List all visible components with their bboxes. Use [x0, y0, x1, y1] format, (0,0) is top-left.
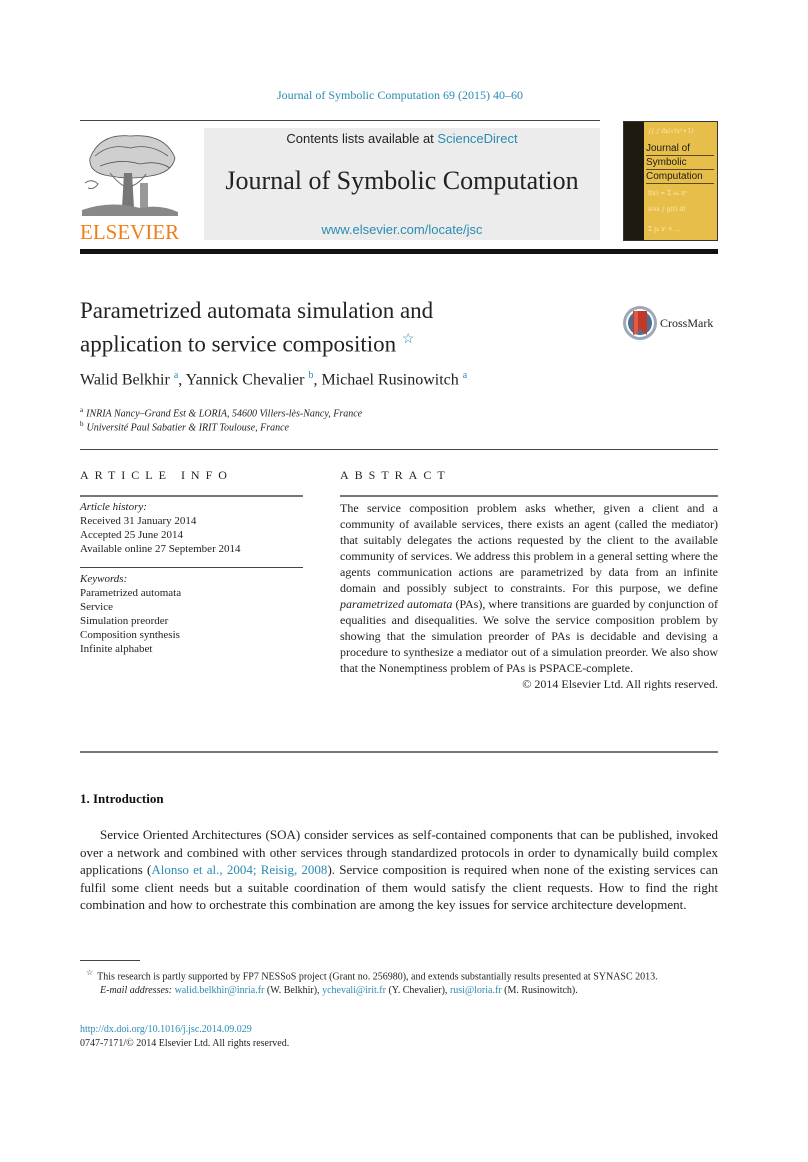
- author-name: Walid Belkhir: [80, 371, 170, 389]
- history-label: Article history:: [80, 501, 147, 513]
- title-line-text: application to service composition: [80, 331, 397, 357]
- citation-link[interactable]: Alonso et al., 2004: [151, 862, 253, 877]
- abstract-italic-term: parametrized automata: [340, 597, 453, 611]
- introduction-paragraph: Service Oriented Architectures (SOA) con…: [80, 826, 718, 914]
- issn-copyright: 0747-7171/© 2014 Elsevier Ltd. All right…: [80, 1038, 290, 1049]
- keywords-label: Keywords:: [80, 573, 128, 585]
- keywords: Keywords: Parametrized automata Service …: [80, 572, 181, 656]
- author-list: Walid Belkhir a, Yannick Chevalier b, Mi…: [80, 370, 467, 389]
- history-item: Available online 27 September 2014: [80, 543, 241, 555]
- email-owner: (M. Rusinowitch).: [501, 985, 578, 997]
- crossmark-icon: [623, 306, 657, 340]
- keyword: Parametrized automata: [80, 587, 182, 599]
- affiliation: a INRIA Nancy–Grand Est & LORIA, 54600 Vi…: [80, 406, 362, 419]
- email-owner: (W. Belkhir),: [264, 985, 323, 997]
- section-rule: [80, 449, 718, 450]
- cover-title-line: Symbolic: [646, 156, 714, 170]
- article-history: Article history: Received 31 January 201…: [80, 500, 240, 556]
- abstract-paragraph: The service composition problem asks whe…: [340, 500, 718, 676]
- affiliation-tag: b: [80, 420, 84, 428]
- cover-title-line: Journal of: [646, 142, 714, 156]
- email-label: E-mail addresses:: [100, 985, 173, 997]
- email-link[interactable]: walid.belkhir@inria.fr: [175, 985, 265, 996]
- affiliation-tag: a: [80, 406, 84, 414]
- title-line: Parametrized automata simulation and: [80, 298, 434, 323]
- history-item: Received 31 January 2014: [80, 515, 197, 527]
- history-item: Accepted 25 June 2014: [80, 529, 183, 541]
- sciencedirect-link[interactable]: ScienceDirect: [437, 131, 517, 146]
- journal-cover-image[interactable]: ∫∫ ∫ dx/√(x²+1) Journal of Symbolic Comp…: [623, 121, 718, 241]
- affiliation: b Université Paul Sabatier & IRIT Toulous…: [80, 420, 289, 433]
- author-name: Michael Rusinowitch: [321, 371, 459, 389]
- cover-math-decoration: ∂/∂x ∫ g(t) dt: [648, 206, 686, 213]
- affiliation-link[interactable]: a: [463, 370, 467, 381]
- abstract-end-rule: [80, 751, 718, 753]
- title-footnote-star-link[interactable]: ☆: [402, 332, 415, 347]
- tree-icon: [80, 128, 180, 218]
- email-link[interactable]: rusi@loria.fr: [450, 985, 502, 996]
- article-info-heading: ARTICLE INFO: [80, 468, 233, 482]
- title-line: application to service composition ☆: [80, 325, 600, 359]
- journal-title: Journal of Symbolic Computation: [225, 166, 579, 195]
- funding-text: This research is partly supported by FP7…: [97, 971, 658, 983]
- author-name: Yannick Chevalier: [185, 371, 305, 389]
- cover-math-decoration: ∫∫ ∫ dx/√(x²+1): [648, 128, 694, 135]
- journal-banner: Contents lists available at ScienceDirec…: [204, 128, 600, 240]
- header-thick-rule: [80, 249, 718, 254]
- journal-url-link[interactable]: www.elsevier.com/locate/jsc: [204, 222, 600, 237]
- cover-title: Journal of Symbolic Computation: [646, 142, 714, 184]
- email-footnote: E-mail addresses: walid.belkhir@inria.fr…: [80, 984, 718, 998]
- contents-line: Contents lists available at ScienceDirec…: [204, 131, 600, 146]
- citation-link[interactable]: Reisig, 2008: [261, 862, 328, 877]
- article-title: Parametrized automata simulation and app…: [80, 296, 600, 359]
- footnotes: ☆ This research is partly supported by FP…: [80, 966, 718, 998]
- cover-math-decoration: Σ pᵢ xⁱ + ...: [648, 226, 681, 233]
- funding-footnote: ☆ This research is partly supported by FP…: [80, 966, 718, 984]
- affiliation-text: Université Paul Sabatier & IRIT Toulouse…: [86, 422, 290, 434]
- footnote-rule: [80, 960, 140, 961]
- email-link[interactable]: ychevali@irit.fr: [322, 985, 386, 996]
- cover-dark-strip: [624, 122, 644, 240]
- section-heading-introduction: 1. Introduction: [80, 791, 164, 806]
- elsevier-wordmark: ELSEVIER: [80, 220, 180, 244]
- keyword: Infinite alphabet: [80, 643, 153, 655]
- author-separator: ,: [178, 371, 186, 389]
- cover-title-line: Computation: [646, 170, 714, 184]
- abstract-text-part: The service composition problem asks whe…: [340, 501, 718, 595]
- footnote-star-icon: ☆: [86, 968, 94, 977]
- affiliation-text: INRIA Nancy–Grand Est & LORIA, 54600 Vil…: [86, 408, 363, 420]
- doi-link[interactable]: http://dx.doi.org/10.1016/j.jsc.2014.09.…: [80, 1024, 252, 1035]
- header-rule: [80, 120, 600, 121]
- article-info-rule: [80, 495, 303, 497]
- cover-math-decoration: f(x) = Σ aₙ xⁿ: [648, 190, 688, 197]
- crossmark-badge[interactable]: CrossMark: [622, 305, 732, 345]
- abstract-rule: [340, 495, 718, 497]
- keyword: Service: [80, 601, 113, 613]
- abstract-copyright: © 2014 Elsevier Ltd. All rights reserved…: [522, 677, 718, 691]
- abstract-text: The service composition problem asks whe…: [340, 500, 718, 692]
- crossmark-label: CrossMark: [660, 316, 714, 330]
- abstract-heading: ABSTRACT: [340, 468, 451, 482]
- journal-reference-link[interactable]: Journal of Symbolic Computation 69 (2015…: [0, 88, 800, 103]
- email-owner: (Y. Chevalier),: [385, 985, 450, 997]
- keyword: Simulation preorder: [80, 615, 169, 627]
- keyword: Composition synthesis: [80, 629, 180, 641]
- article-info-rule: [80, 567, 303, 568]
- citation-separator: ;: [252, 862, 261, 878]
- contents-prefix: Contents lists available at: [286, 131, 438, 146]
